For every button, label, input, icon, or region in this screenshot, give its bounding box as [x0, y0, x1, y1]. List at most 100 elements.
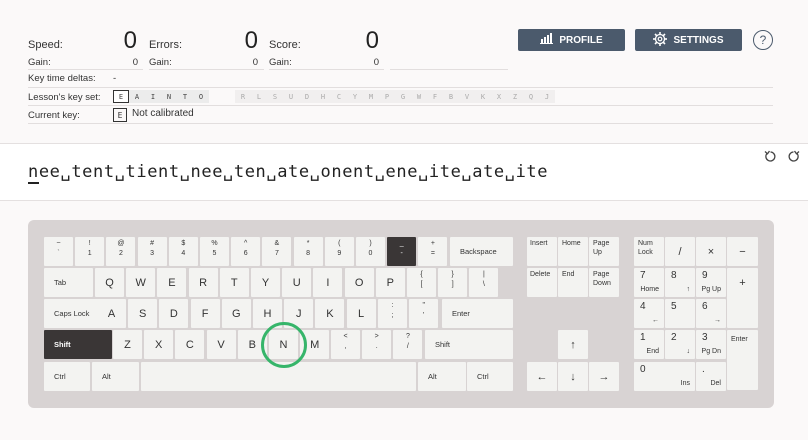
settings-button[interactable]: SETTINGS: [635, 29, 742, 51]
key-num-dot[interactable]: . Del: [696, 362, 726, 391]
undo-icon[interactable]: [764, 150, 777, 166]
key-0[interactable]: ) 0: [356, 237, 385, 266]
key-sym-0[interactable]: {[: [407, 268, 436, 297]
key-e[interactable]: E: [157, 268, 187, 297]
key-shift-right[interactable]: Shift: [425, 330, 513, 359]
key-v[interactable]: V: [206, 330, 236, 359]
key-a[interactable]: A: [97, 299, 126, 328]
key-6[interactable]: ^ 6: [231, 237, 261, 266]
key-sym-r4-2[interactable]: ? /: [393, 330, 423, 359]
key-page-down[interactable]: Page Down: [589, 268, 619, 297]
key--[interactable]: _ -: [387, 237, 417, 266]
key-num-1[interactable]: 1 End: [634, 330, 664, 359]
redo-icon[interactable]: [787, 150, 800, 166]
key-l[interactable]: L: [346, 299, 376, 328]
keyset-key-x: X: [491, 90, 507, 103]
keyset-key-i: I: [145, 90, 161, 103]
key-enter[interactable]: Enter: [442, 299, 513, 328]
key-3[interactable]: #3: [137, 237, 167, 266]
key-caps-lock[interactable]: Caps Lock: [44, 299, 100, 328]
key-num-6[interactable]: 6 →: [696, 299, 726, 328]
key-num-divide[interactable]: /: [665, 237, 695, 266]
keyset-inactive: RLSUDHCYMPGWFBVKXZQJ: [235, 90, 555, 103]
key-g[interactable]: G: [221, 299, 251, 328]
key-num-5[interactable]: 5: [665, 299, 695, 328]
key-w[interactable]: W: [126, 268, 156, 297]
key-7[interactable]: & 7: [262, 237, 292, 266]
key-t[interactable]: T: [219, 268, 249, 297]
key-num-enter[interactable]: Enter: [727, 330, 758, 390]
keyset-key-u: U: [283, 90, 299, 103]
key-2[interactable]: @2: [106, 237, 136, 266]
key-num-3[interactable]: 3 Pg Dn: [696, 330, 726, 359]
key-8[interactable]: * 8: [293, 237, 323, 266]
key-num-multiply[interactable]: ×: [696, 237, 726, 266]
key-num-0[interactable]: 0 Ins: [634, 362, 695, 391]
current-key-status: Not calibrated: [132, 108, 194, 119]
key-s[interactable]: S: [128, 299, 158, 328]
key-end[interactable]: End: [558, 268, 588, 297]
key-d[interactable]: D: [159, 299, 189, 328]
key-9[interactable]: (9: [324, 237, 354, 266]
key-arrow-down[interactable]: ↓: [558, 362, 588, 391]
key-deltas-label: Key time deltas:: [28, 73, 96, 84]
key-page-up[interactable]: Page Up: [589, 237, 619, 266]
key-backspace[interactable]: Backspace: [450, 237, 513, 266]
key-u[interactable]: U: [282, 268, 312, 297]
key-sym-r4-0[interactable]: <,: [331, 330, 360, 359]
key-arrow-left[interactable]: ←: [527, 362, 557, 391]
key-num-9[interactable]: 9 Pg Up: [696, 268, 726, 297]
key-num-2[interactable]: 2 ↓: [665, 330, 695, 359]
remaining-text: ee␣tent␣tient␣nee␣ten␣ate␣onent␣ene␣ite␣…: [38, 162, 549, 182]
key-ctrl-right[interactable]: Ctrl: [467, 362, 513, 391]
key-num-7[interactable]: 7 Home: [634, 268, 664, 297]
key-insert[interactable]: Insert: [527, 237, 557, 266]
key-1[interactable]: ! 1: [75, 237, 105, 266]
key-y[interactable]: Y: [251, 268, 280, 297]
key-delete[interactable]: Delete: [527, 268, 557, 297]
key-z[interactable]: Z: [113, 330, 142, 359]
help-icon[interactable]: ?: [753, 30, 773, 50]
key-num-minus[interactable]: −: [727, 237, 758, 266]
key-q[interactable]: Q: [95, 268, 124, 297]
key-sym-2[interactable]: | \: [469, 268, 499, 297]
key-sym-1[interactable]: }]: [438, 268, 468, 297]
profile-button[interactable]: PROFILE: [518, 29, 625, 51]
score-gain-value: 0: [373, 57, 379, 68]
key-tab[interactable]: Tab: [44, 268, 93, 297]
keyset-key-m: M: [363, 90, 379, 103]
key-o[interactable]: O: [344, 268, 374, 297]
key-ctrl-left[interactable]: Ctrl: [44, 362, 90, 391]
key-arrow-up[interactable]: ↑: [558, 330, 588, 359]
gear-icon: [653, 31, 668, 49]
keyset-key-g: G: [395, 90, 411, 103]
key-x[interactable]: X: [144, 330, 174, 359]
key-p[interactable]: P: [375, 268, 405, 297]
key-sym-r3-1[interactable]: " ': [409, 299, 439, 328]
key-num-4[interactable]: 4 ←: [634, 299, 664, 328]
key-num-8[interactable]: 8 ↑: [665, 268, 695, 297]
key-alt-right[interactable]: Alt: [418, 362, 466, 391]
key-alt-left[interactable]: Alt: [92, 362, 139, 391]
key-k[interactable]: K: [315, 299, 345, 328]
speed-label: Speed:: [28, 39, 63, 51]
key-r[interactable]: R: [188, 268, 218, 297]
keyset-key-s: S: [267, 90, 283, 103]
key-`[interactable]: ~ `: [44, 237, 73, 266]
keyset-key-c: C: [331, 90, 347, 103]
key-num-lock[interactable]: Num Lock: [634, 237, 664, 266]
key-home[interactable]: Home: [558, 237, 588, 266]
key-arrow-right[interactable]: →: [589, 362, 619, 391]
key-c[interactable]: C: [175, 330, 205, 359]
key-4[interactable]: $4: [168, 237, 198, 266]
key-shift-left[interactable]: Shift: [44, 330, 112, 359]
errors-value: 0: [244, 27, 258, 54]
key-sym-r3-0[interactable]: :;: [378, 299, 407, 328]
key-=[interactable]: + =: [418, 237, 448, 266]
key-f[interactable]: F: [190, 299, 220, 328]
key-sym-r4-1[interactable]: >.: [362, 330, 392, 359]
key-i[interactable]: I: [313, 268, 343, 297]
next-key-highlight: [261, 322, 307, 368]
key-num-plus[interactable]: +: [727, 268, 758, 328]
key-5[interactable]: % 5: [200, 237, 229, 266]
